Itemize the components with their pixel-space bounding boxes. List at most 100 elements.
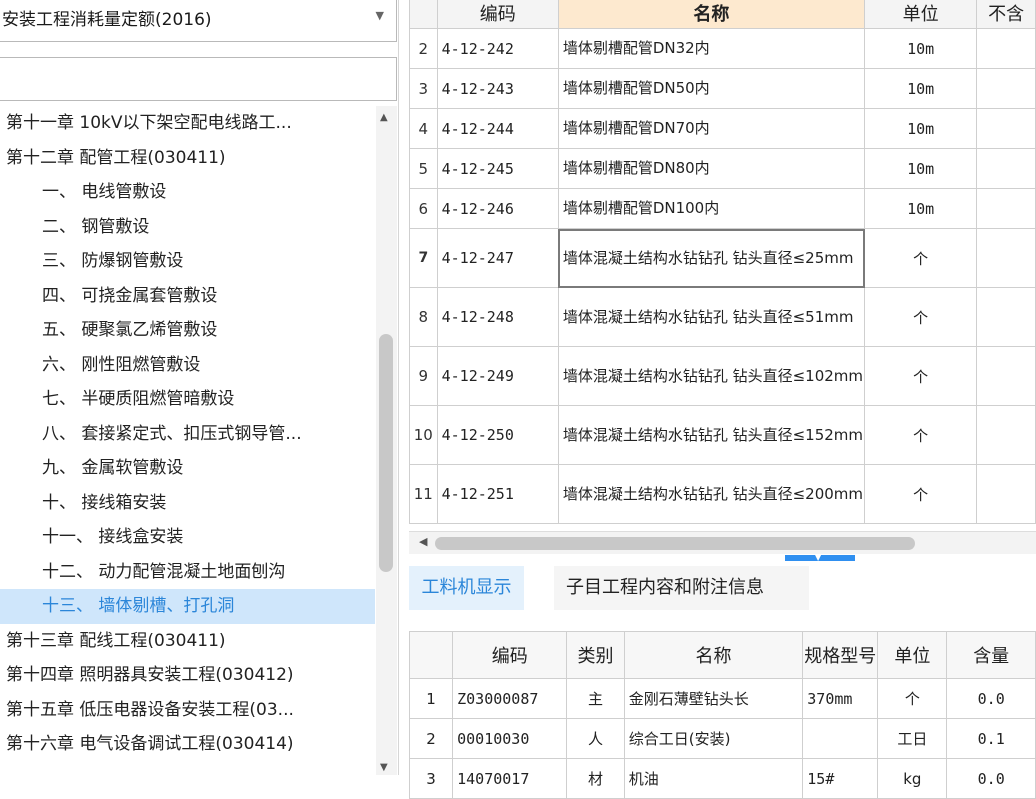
cell-spec[interactable] — [802, 718, 879, 759]
cell-extra[interactable] — [976, 28, 1036, 69]
tree-item[interactable]: 七、 半硬质阻燃管暗敷设 — [0, 382, 375, 417]
cell-name[interactable]: 墙体剔槽配管DN70内 — [557, 108, 866, 149]
cell-unit[interactable]: 个 — [864, 464, 978, 524]
table-row[interactable]: 2 00010030 人综合工日(安装) 工日 0.1 — [408, 718, 1036, 759]
table-row[interactable]: 4 4-12-244 墙体剔槽配管DN70内 10m — [409, 108, 1036, 149]
table-row[interactable]: 3 4-12-243 墙体剔槽配管DN50内 10m — [409, 68, 1036, 109]
chevron-down-icon[interactable]: ▼ — [376, 9, 384, 22]
tree-item[interactable]: 第十二章 配管工程(030411) — [0, 141, 375, 176]
cell-name[interactable]: 墙体剔槽配管DN80内 — [557, 148, 866, 189]
row-number[interactable]: 9 — [409, 346, 438, 406]
table-row[interactable]: 5 4-12-245 墙体剔槽配管DN80内 10m — [409, 148, 1036, 189]
col-header-unit[interactable]: 单位 — [877, 631, 948, 679]
col-header-name[interactable]: 名称 — [557, 0, 866, 29]
tab-item-content[interactable]: 子目工程内容和附注信息 — [554, 566, 809, 610]
cell-name[interactable]: 墙体剔槽配管DN50内 — [557, 68, 866, 109]
col-header-extra[interactable]: 不含 — [976, 0, 1036, 29]
cell-name[interactable]: 墙体混凝土结构水钻钻孔 钻头直径≤25mm — [557, 228, 866, 288]
tree-item[interactable]: 二、 钢管敷设 — [0, 210, 375, 245]
cell-qty[interactable]: 0.1 — [946, 718, 1036, 759]
search-input[interactable] — [0, 57, 397, 101]
tree-item[interactable]: 十一、 接线盒安装 — [0, 520, 375, 555]
cell-name[interactable]: 综合工日(安装) — [623, 718, 804, 759]
cell-code[interactable]: 4-12-250 — [436, 405, 559, 465]
cell-qty[interactable]: 0.0 — [946, 758, 1036, 799]
cell-code[interactable]: 4-12-243 — [436, 68, 559, 109]
row-number[interactable]: 6 — [409, 188, 438, 229]
tree-item[interactable]: 一、 电线管敷设 — [0, 175, 375, 210]
cell-unit[interactable]: kg — [877, 758, 948, 799]
cell-unit[interactable]: 10m — [864, 28, 978, 69]
col-header-code[interactable]: 编码 — [452, 631, 568, 679]
col-header-code[interactable]: 编码 — [436, 0, 559, 29]
cell-extra[interactable] — [976, 68, 1036, 109]
col-header-qty[interactable]: 含量 — [946, 631, 1036, 679]
cell-extra[interactable] — [976, 405, 1036, 465]
row-number[interactable]: 2 — [408, 718, 454, 759]
tree-scroll-thumb[interactable] — [379, 334, 393, 572]
cell-code[interactable]: Z03000087 — [452, 678, 568, 719]
cell-type[interactable]: 主 — [566, 678, 625, 719]
cell-unit[interactable]: 个 — [864, 228, 978, 288]
cell-code[interactable]: 4-12-249 — [436, 346, 559, 406]
cell-unit[interactable]: 个 — [864, 346, 978, 406]
table-row[interactable]: 6 4-12-246 墙体剔槽配管DN100内 10m — [409, 188, 1036, 229]
tree-item[interactable]: 八、 套接紧定式、扣压式钢导管... — [0, 417, 375, 452]
tree-item[interactable]: 九、 金属软管敷设 — [0, 451, 375, 486]
tree-item[interactable]: 十三、 墙体剔槽、打孔洞 — [0, 589, 375, 624]
cell-unit[interactable]: 个 — [877, 678, 948, 719]
tree-item[interactable]: 十、 接线箱安装 — [0, 486, 375, 521]
quota-library-dropdown[interactable]: 安装工程消耗量定额(2016) ▼ — [0, 0, 397, 42]
cell-code[interactable]: 4-12-246 — [436, 188, 559, 229]
grid-hscroll-thumb[interactable] — [435, 537, 915, 550]
cell-name[interactable]: 墙体剔槽配管DN32内 — [557, 28, 866, 69]
cell-code[interactable]: 00010030 — [452, 718, 568, 759]
table-row[interactable]: 11 4-12-251 墙体混凝土结构水钻钻孔 钻头直径≤200mm 个 — [409, 464, 1036, 524]
row-number[interactable]: 7 — [409, 228, 438, 288]
cell-code[interactable]: 4-12-242 — [436, 28, 559, 69]
tree-item[interactable]: 三、 防爆钢管敷设 — [0, 244, 375, 279]
row-number[interactable]: 2 — [409, 28, 438, 69]
table-row[interactable]: 2 4-12-242 墙体剔槽配管DN32内 10m — [409, 28, 1036, 69]
cell-unit[interactable]: 个 — [864, 287, 978, 347]
cell-type[interactable]: 材 — [566, 758, 625, 799]
cell-unit[interactable]: 工日 — [877, 718, 948, 759]
cell-type[interactable]: 人 — [566, 718, 625, 759]
col-header-name[interactable]: 名称 — [623, 631, 804, 679]
cell-name[interactable]: 机油 — [623, 758, 804, 799]
cell-extra[interactable] — [976, 287, 1036, 347]
table-row[interactable]: 8 4-12-248 墙体混凝土结构水钻钻孔 钻头直径≤51mm 个 — [409, 287, 1036, 347]
table-row[interactable]: 3 14070017 材机油 15# kg 0.0 — [408, 758, 1036, 799]
cell-extra[interactable] — [976, 346, 1036, 406]
cell-code[interactable]: 4-12-245 — [436, 148, 559, 189]
row-number[interactable]: 8 — [409, 287, 438, 347]
splitter-collapse-icon[interactable]: ▼ — [815, 553, 821, 562]
cell-unit[interactable]: 10m — [864, 108, 978, 149]
cell-spec[interactable]: 370mm — [802, 678, 879, 719]
cell-unit[interactable]: 10m — [864, 68, 978, 109]
cell-extra[interactable] — [976, 464, 1036, 524]
cell-name[interactable]: 墙体混凝土结构水钻钻孔 钻头直径≤200mm — [557, 464, 866, 524]
tree-item[interactable]: 第十三章 配线工程(030411) — [0, 624, 375, 659]
table-row[interactable]: 9 4-12-249 墙体混凝土结构水钻钻孔 钻头直径≤102mm 个 — [409, 346, 1036, 406]
col-header-spec[interactable]: 规格型号 — [802, 631, 879, 679]
cell-qty[interactable]: 0.0 — [946, 678, 1036, 719]
row-number[interactable]: 10 — [409, 405, 438, 465]
tree-item[interactable]: 第十五章 低压电器设备安装工程(03... — [0, 693, 375, 728]
grid-horizontal-scrollbar[interactable]: ◀ — [409, 531, 1036, 554]
cell-name[interactable]: 墙体混凝土结构水钻钻孔 钻头直径≤102mm — [557, 346, 866, 406]
cell-code[interactable]: 4-12-248 — [436, 287, 559, 347]
cell-extra[interactable] — [976, 108, 1036, 149]
table-row[interactable]: 10 4-12-250 墙体混凝土结构水钻钻孔 钻头直径≤152mm 个 — [409, 405, 1036, 465]
cell-name[interactable]: 墙体混凝土结构水钻钻孔 钻头直径≤152mm — [557, 405, 866, 465]
tree-item[interactable]: 第十一章 10kV以下架空配电线路工... — [0, 106, 375, 141]
cell-unit[interactable]: 10m — [864, 148, 978, 189]
cell-name[interactable]: 墙体剔槽配管DN100内 — [557, 188, 866, 229]
cell-code[interactable]: 4-12-247 — [436, 228, 559, 288]
tab-labor-machine[interactable]: 工料机显示 — [409, 566, 524, 610]
tree-item[interactable]: 第十四章 照明器具安装工程(030412) — [0, 658, 375, 693]
row-number[interactable]: 5 — [409, 148, 438, 189]
cell-name[interactable]: 金刚石薄壁钻头长 — [623, 678, 804, 719]
cell-unit[interactable]: 个 — [864, 405, 978, 465]
cell-name[interactable]: 墙体混凝土结构水钻钻孔 钻头直径≤51mm — [557, 287, 866, 347]
